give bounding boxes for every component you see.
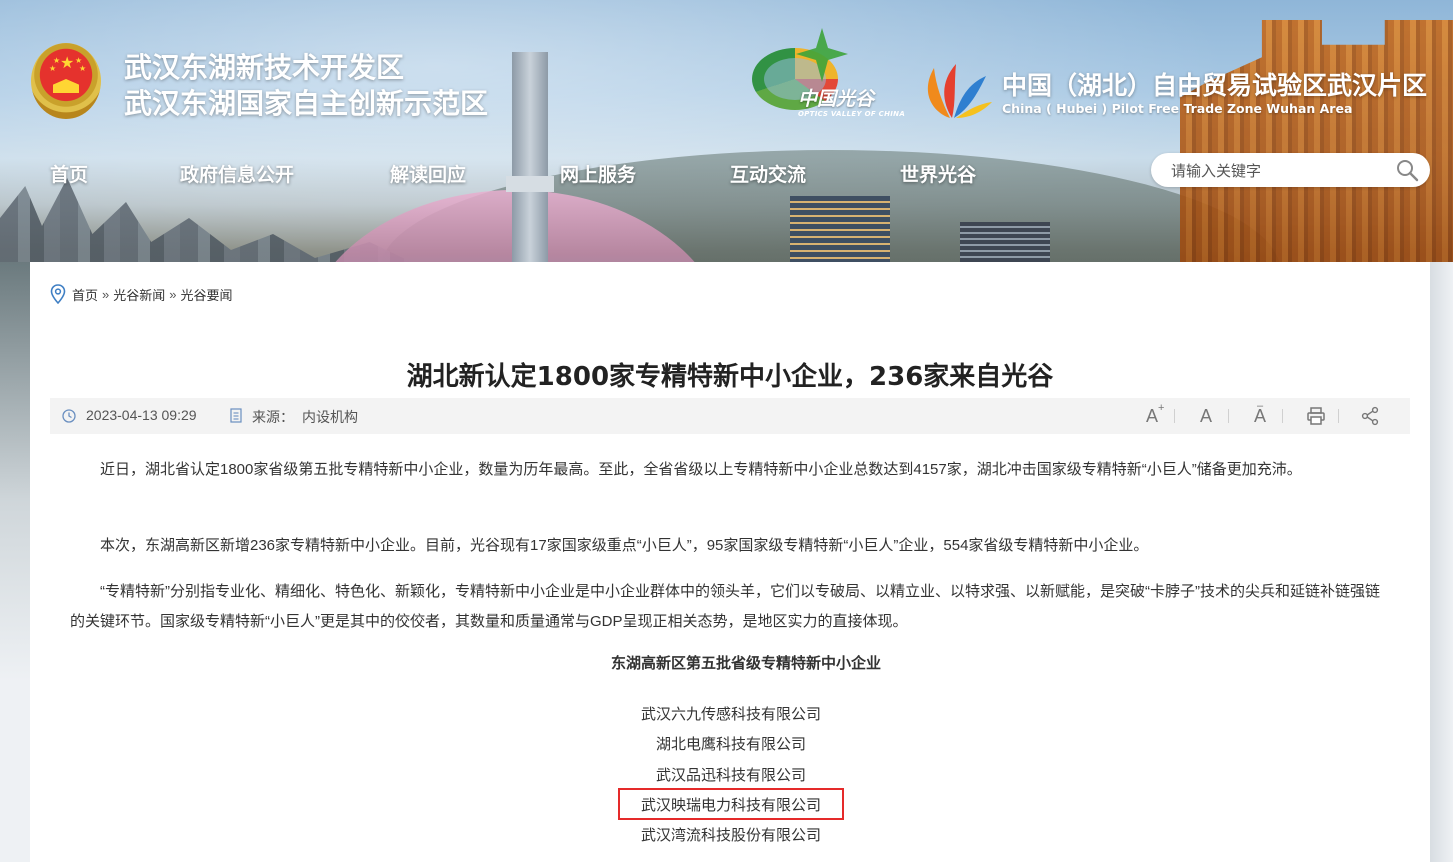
nav-interpretation[interactable]: 解读回应	[390, 160, 466, 187]
banner-tower	[512, 52, 548, 282]
toolbar-divider	[1282, 409, 1283, 423]
toolbar-divider	[1338, 409, 1339, 423]
page-side-background	[1430, 262, 1453, 862]
optics-valley-en: OPTICS VALLEY OF CHINA	[798, 110, 906, 118]
search-icon[interactable]	[1395, 158, 1419, 182]
font-decrease-icon[interactable]: A –	[1246, 400, 1274, 430]
search-box[interactable]	[1151, 153, 1430, 187]
article-source-label: 来源：	[252, 409, 294, 425]
emblem-star: ★	[53, 56, 61, 65]
document-icon	[230, 408, 242, 423]
national-emblem-icon[interactable]: ★ ★ ★ ★ ★	[31, 43, 101, 119]
highlight-box	[618, 788, 844, 820]
site-title-line1: 武汉东湖新技术开发区	[124, 51, 405, 84]
site-title-line2: 武汉东湖国家自主创新示范区	[124, 87, 489, 120]
nav-gov-info[interactable]: 政府信息公开	[180, 160, 294, 187]
ftz-logo-icon[interactable]	[912, 62, 992, 120]
font-normal-icon[interactable]: A	[1192, 402, 1220, 430]
nav-home[interactable]: 首页	[50, 160, 88, 187]
emblem-gate	[53, 79, 79, 93]
print-icon-graphic	[1307, 407, 1325, 425]
clock-icon	[62, 409, 76, 423]
location-pin-icon	[50, 284, 66, 304]
optics-valley-logo[interactable]: 中国光谷 OPTICS VALLEY OF CHINA	[752, 26, 906, 126]
nav-online-service[interactable]: 网上服务	[560, 160, 636, 187]
article-meta-bar: 2023-04-13 09:29 来源： 内设机构 A + A A –	[50, 398, 1410, 434]
company-list-item: 武汉品迅科技有限公司	[655, 767, 806, 784]
banner-tower-cap	[506, 176, 554, 192]
breadcrumb-optics-valley-news[interactable]: 光谷新闻	[113, 285, 165, 304]
nav-world-optics-valley[interactable]: 世界光谷	[900, 160, 976, 187]
page-side-background	[0, 262, 30, 862]
article-paragraph: “专精特新”分别指专业化、精细化、特色化、新颖化，专精特新中小企业是中小企业群体…	[70, 583, 1380, 630]
article-card: 首页 » 光谷新闻 » 光谷要闻 湖北新认定1800家专精特新中小企业，236家…	[30, 262, 1430, 862]
share-icon[interactable]	[1356, 402, 1384, 430]
ftz-title[interactable]: 中国（湖北）自由贸易试验区武汉片区	[1002, 66, 1427, 102]
font-increase-icon[interactable]: A +	[1138, 402, 1166, 430]
emblem-star: ★	[60, 53, 75, 72]
banner-building	[790, 196, 890, 266]
company-list-item: 武汉六九传感科技有限公司	[640, 706, 821, 723]
ftz-subtitle: China ( Hubei ) Pilot Free Trade Zone Wu…	[1002, 101, 1353, 116]
share-icon-graphic	[1361, 406, 1379, 426]
toolbar-divider	[1174, 409, 1175, 423]
breadcrumb-separator: »	[169, 286, 177, 302]
breadcrumb: 首页 » 光谷新闻 » 光谷要闻	[50, 284, 233, 304]
emblem-star: ★	[79, 64, 87, 73]
toolbar-divider	[1228, 409, 1229, 423]
site-title[interactable]: 武汉东湖新技术开发区 武汉东湖国家自主创新示范区	[124, 50, 488, 122]
company-list-title: 东湖高新区第五批省级专精特新中小企业	[610, 654, 881, 672]
article-paragraph: 本次，东湖高新区新增236家专精特新中小企业。目前，光谷现有17家国家级重点“小…	[100, 537, 1149, 554]
article-source: 来源： 内设机构	[252, 407, 358, 427]
article-date: 2023-04-13 09:29	[86, 407, 197, 423]
ftz-petal-icon	[927, 64, 992, 118]
breadcrumb-optics-valley-headlines[interactable]: 光谷要闻	[181, 285, 233, 304]
breadcrumb-separator: »	[102, 286, 110, 302]
article-paragraph: 近日，湖北省认定1800家省级第五批专精特新中小企业，数量为历年最高。至此，全省…	[100, 461, 1302, 478]
article-title: 湖北新认定1800家专精特新中小企业，236家来自光谷	[406, 362, 1054, 392]
breadcrumb-home[interactable]: 首页	[72, 285, 98, 304]
banner-building	[960, 222, 1050, 266]
search-input[interactable]	[1169, 159, 1383, 183]
article-source-value: 内设机构	[302, 409, 358, 425]
company-list-item: 武汉湾流科技股份有限公司	[640, 827, 821, 844]
print-icon[interactable]	[1302, 402, 1330, 430]
optics-valley-cn: 中国光谷	[798, 88, 875, 110]
optics-valley-star-icon	[796, 28, 848, 82]
nav-interaction[interactable]: 互动交流	[730, 160, 806, 187]
company-list-item: 湖北电鹰科技有限公司	[655, 736, 806, 753]
